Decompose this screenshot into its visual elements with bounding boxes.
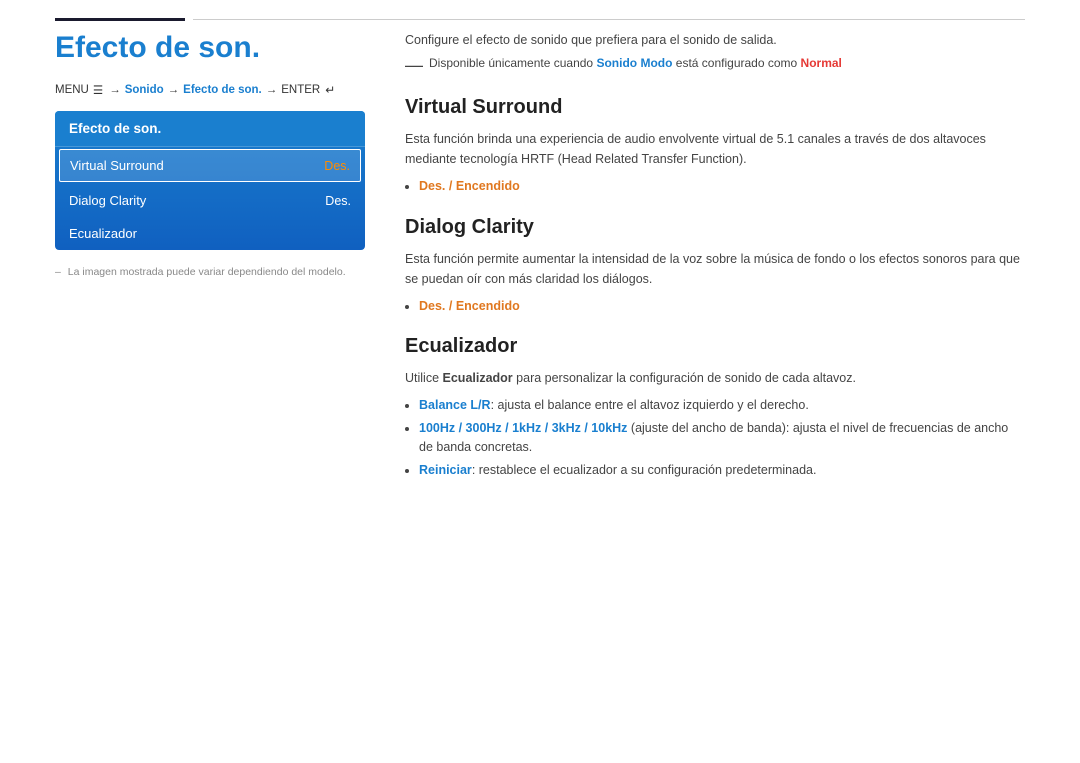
bullet-list-virtual-surround: Des. / Encendido — [419, 177, 1025, 196]
note-dash: – — [55, 266, 61, 278]
availability-dash: — — [405, 56, 423, 74]
top-bar — [0, 0, 1080, 21]
top-bar-line-divider — [193, 19, 1025, 20]
menu-item-ecualizador[interactable]: Ecualizador — [55, 217, 365, 250]
breadcrumb-arrow3: → — [266, 84, 278, 96]
bullet-item-ec-3: Reiniciar: restablece el ecualizador a s… — [419, 461, 1025, 480]
right-column: Configure el efecto de sonido que prefie… — [405, 31, 1025, 499]
section-body-dialog-clarity: Esta función permite aumentar la intensi… — [405, 249, 1025, 289]
bullet-list-dialog-clarity: Des. / Encendido — [419, 297, 1025, 316]
breadcrumb-menu-label: MENU — [55, 84, 89, 96]
menu-item-label-virtual-surround: Virtual Surround — [70, 158, 164, 173]
menu-item-value-virtual-surround: Des. — [324, 159, 350, 173]
availability-note: — Disponible únicamente cuando Sonido Mo… — [405, 56, 1025, 74]
menu-item-virtual-surround[interactable]: Virtual Surround Des. — [59, 149, 361, 182]
breadcrumb-enter-label: ENTER — [281, 84, 320, 96]
intro-text: Configure el efecto de sonido que prefie… — [405, 31, 1025, 50]
bullet-highlight-ec-3: Reiniciar — [419, 463, 472, 477]
section-body-virtual-surround: Esta función brinda una experiencia de a… — [405, 129, 1025, 169]
bullet-highlight-ec-1: Balance L/R — [419, 398, 491, 412]
left-column: Efecto de son. MENU ☰ → Sonido → Efecto … — [55, 31, 365, 499]
bullet-item-ec-1: Balance L/R: ajusta el balance entre el … — [419, 396, 1025, 415]
ecualizador-highlight: Ecualizador — [443, 371, 513, 385]
breadcrumb-item2: Efecto de son. — [183, 84, 262, 96]
bullet-highlight-ec-2: 100Hz / 300Hz / 1kHz / 3kHz / 10kHz — [419, 421, 627, 435]
availability-highlight-blue: Sonido Modo — [596, 56, 672, 70]
menu-item-value-dialog-clarity: Des. — [325, 194, 351, 208]
bullet-list-ecualizador: Balance L/R: ajusta el balance entre el … — [419, 396, 1025, 479]
page-title: Efecto de son. — [55, 31, 365, 65]
bullet-text-vs-1: Des. / Encendido — [419, 179, 520, 193]
breadcrumb-item1: Sonido — [125, 84, 164, 96]
availability-highlight-red: Normal — [801, 56, 842, 70]
section-title-ecualizador: Ecualizador — [405, 335, 1025, 358]
bullet-item-dc-1: Des. / Encendido — [419, 297, 1025, 316]
menu-item-label-ecualizador: Ecualizador — [69, 226, 137, 241]
bullet-item-ec-2: 100Hz / 300Hz / 1kHz / 3kHz / 10kHz (aju… — [419, 419, 1025, 457]
main-layout: Efecto de son. MENU ☰ → Sonido → Efecto … — [0, 31, 1080, 499]
availability-mid: está configurado como — [676, 56, 797, 70]
section-body-ecualizador: Utilice Ecualizador para personalizar la… — [405, 368, 1025, 388]
section-dialog-clarity: Dialog Clarity Esta función permite aume… — [405, 216, 1025, 316]
breadcrumb-arrow1: → — [109, 84, 121, 96]
breadcrumb: MENU ☰ → Sonido → Efecto de son. → ENTER… — [55, 83, 365, 97]
bullet-text-dc-1: Des. / Encendido — [419, 299, 520, 313]
menu-item-label-dialog-clarity: Dialog Clarity — [69, 193, 146, 208]
breadcrumb-enter-icon: ↵ — [325, 83, 335, 97]
section-title-dialog-clarity: Dialog Clarity — [405, 216, 1025, 239]
menu-box: Efecto de son. Virtual Surround Des. Dia… — [55, 111, 365, 250]
top-bar-line-accent — [55, 18, 185, 21]
section-virtual-surround: Virtual Surround Esta función brinda una… — [405, 96, 1025, 196]
section-title-virtual-surround: Virtual Surround — [405, 96, 1025, 119]
breadcrumb-menu-icon: ☰ — [93, 83, 103, 97]
section-ecualizador: Ecualizador Utilice Ecualizador para per… — [405, 335, 1025, 479]
menu-box-header: Efecto de son. — [55, 111, 365, 147]
menu-item-dialog-clarity[interactable]: Dialog Clarity Des. — [55, 184, 365, 217]
note-content: La imagen mostrada puede variar dependie… — [68, 266, 346, 278]
breadcrumb-arrow2: → — [168, 84, 180, 96]
availability-pre: Disponible únicamente cuando — [429, 56, 593, 70]
note-text: – La imagen mostrada puede variar depend… — [55, 266, 365, 278]
bullet-item-vs-1: Des. / Encendido — [419, 177, 1025, 196]
